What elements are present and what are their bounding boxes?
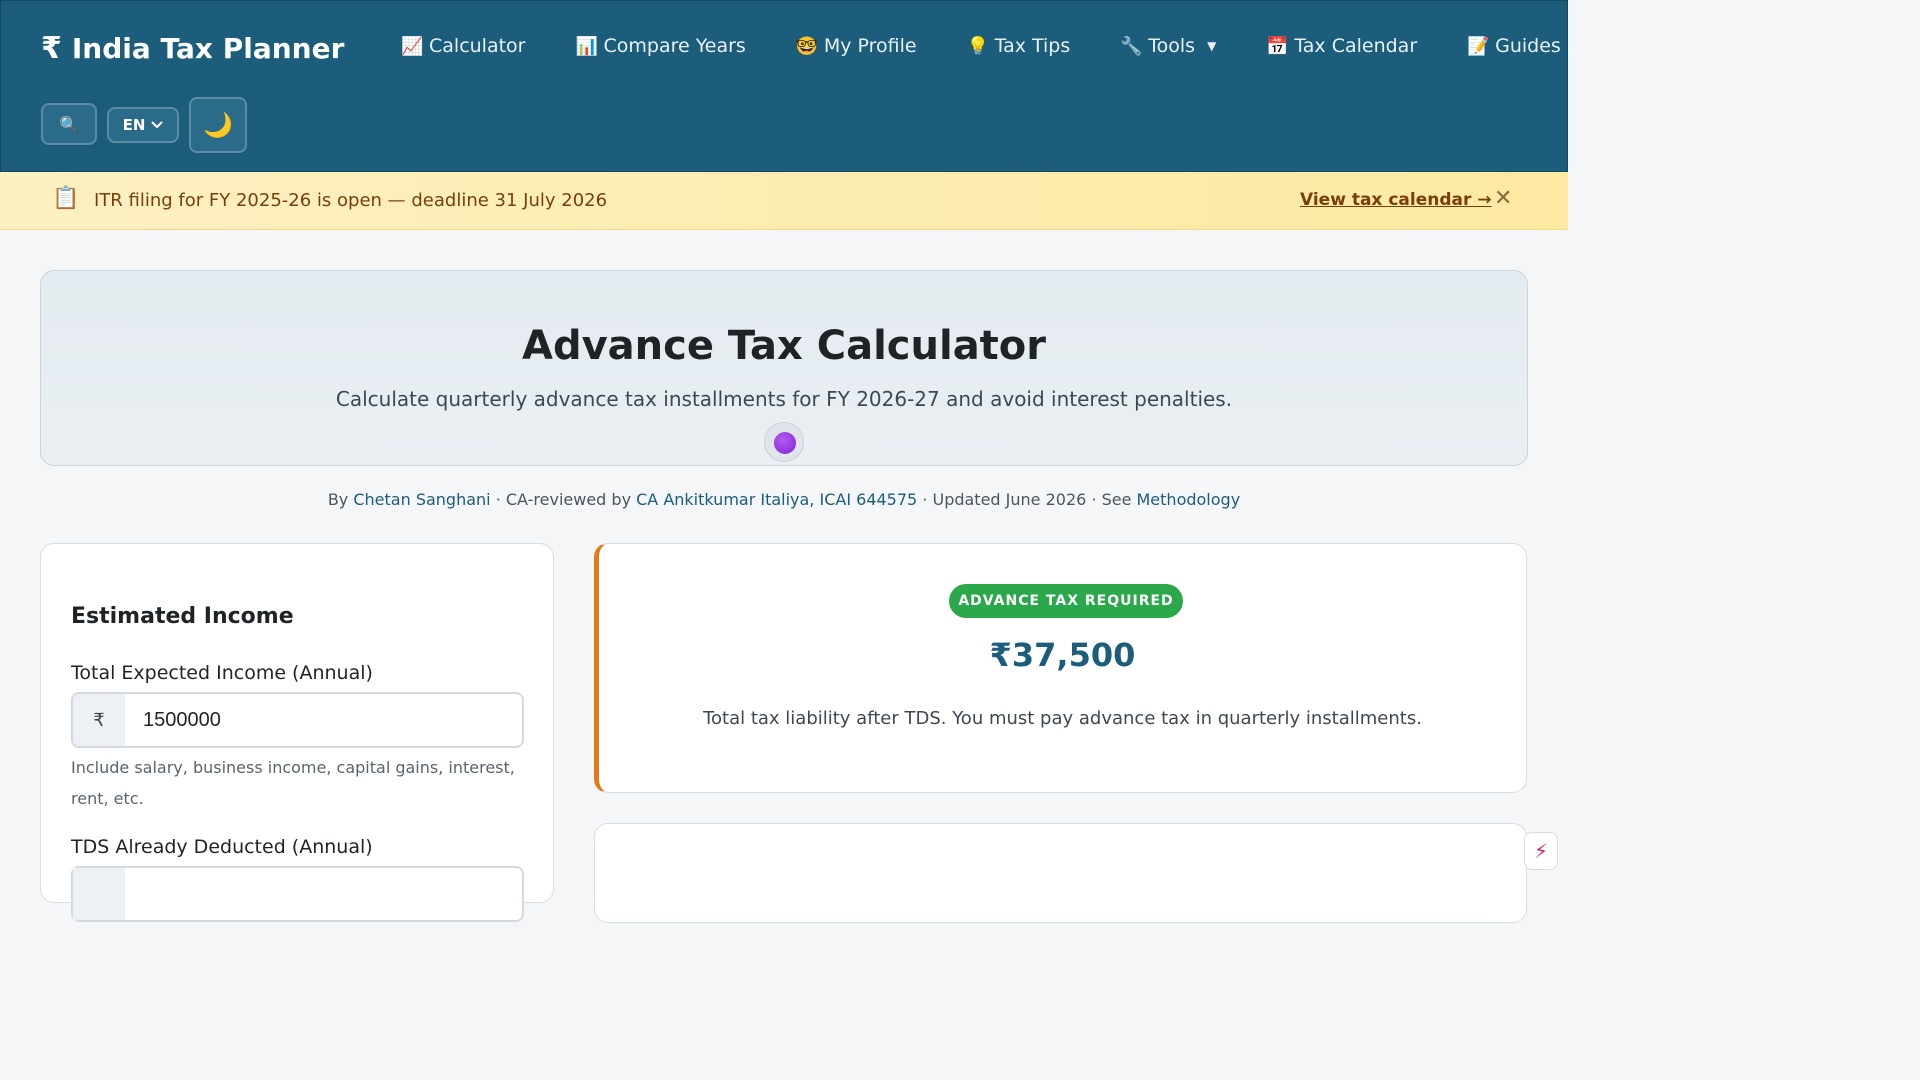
byline: By Chetan Sanghani · CA-reviewed by CA A… xyxy=(0,490,1568,509)
tds-label: TDS Already Deducted (Annual) xyxy=(71,836,373,858)
nav-tools-dropdown[interactable]: 🔧 Tools ▼ xyxy=(1120,35,1216,57)
clipboard-icon: 📋 xyxy=(52,186,80,211)
moon-icon: 🌙 xyxy=(203,111,233,139)
nav-label: Tax Calendar xyxy=(1294,35,1418,57)
rupee-prefix: ₹ xyxy=(73,694,125,746)
nav-label: Tools xyxy=(1148,35,1196,57)
income-input[interactable] xyxy=(125,694,522,746)
view-tax-calendar-link[interactable]: View tax calendar → xyxy=(1300,190,1492,210)
site-header: ₹ India Tax Planner 📈 Calculator 📊 Compa… xyxy=(0,0,1568,172)
floating-widget-button[interactable]: ⚡ xyxy=(1524,832,1558,870)
nav-label: Tax Tips xyxy=(994,35,1071,57)
income-card: Estimated Income Total Expected Income (… xyxy=(40,543,554,922)
page-subtitle: Calculate quarterly advance tax installm… xyxy=(335,387,1233,411)
nav-tax-tips[interactable]: 💡 Tax Tips xyxy=(967,35,1071,57)
language-value: EN xyxy=(122,116,146,134)
reviewer-link[interactable]: CA Ankitkumar Italiya, ICAI 644575 xyxy=(636,490,917,509)
nav-my-profile[interactable]: 🤓 My Profile xyxy=(796,35,917,57)
theme-toggle-button[interactable]: 🌙 xyxy=(189,97,247,153)
income-input-group: ₹ xyxy=(71,692,524,748)
result-card: ADVANCE TAX REQUIRED ₹37,500 Total tax l… xyxy=(594,543,1527,793)
search-icon: 🔍 xyxy=(59,114,79,134)
chart-up-icon: 📈 xyxy=(401,35,424,57)
lightning-icon: ⚡ xyxy=(1533,839,1549,863)
byline-by: By xyxy=(327,490,354,509)
wrench-icon: 🔧 xyxy=(1120,35,1143,57)
profile-face-icon: 🤓 xyxy=(795,35,819,57)
main-nav: 📈 Calculator 📊 Compare Years 🤓 My Profil… xyxy=(401,35,1561,57)
nav-compare-years[interactable]: 📊 Compare Years xyxy=(575,35,745,57)
page-title: Advance Tax Calculator xyxy=(521,323,1047,369)
status-badge: ADVANCE TAX REQUIRED xyxy=(949,584,1183,618)
tax-amount: ₹37,500 xyxy=(989,636,1136,674)
author-link[interactable]: Chetan Sanghani xyxy=(353,490,490,509)
lightbulb-icon: 💡 xyxy=(966,35,990,57)
income-hint: Include salary, business income, capital… xyxy=(71,758,515,808)
methodology-link[interactable]: Methodology xyxy=(1137,490,1241,509)
nav-tax-calendar[interactable]: 📅 Tax Calendar xyxy=(1266,35,1417,57)
nav-label: Compare Years xyxy=(603,35,746,57)
income-label: Total Expected Income (Annual) xyxy=(71,662,373,684)
announcement-banner: 📋 ITR filing for FY 2025-26 is open — de… xyxy=(0,172,1568,230)
nav-label: Guides xyxy=(1495,35,1561,57)
brand-name: India Tax Planner xyxy=(71,32,345,65)
search-button[interactable]: 🔍 xyxy=(41,103,97,145)
status-dot-icon xyxy=(764,422,804,462)
income-card-heading: Estimated Income xyxy=(71,604,294,629)
close-icon[interactable]: ✕ xyxy=(1494,186,1512,211)
nav-label: Calculator xyxy=(429,35,526,57)
byline-reviewed: · CA-reviewed by xyxy=(490,490,637,509)
banner-message: ITR filing for FY 2025-26 is open — dead… xyxy=(94,190,608,211)
byline-updated: · Updated June 2026 · See xyxy=(917,490,1137,509)
chevron-down-icon xyxy=(151,121,164,129)
brand-logo[interactable]: ₹ India Tax Planner xyxy=(41,31,344,66)
language-select[interactable]: EN xyxy=(107,107,179,143)
result-description: Total tax liability after TDS. You must … xyxy=(703,708,1422,729)
nav-guides[interactable]: 📝 Guides xyxy=(1467,35,1561,57)
caret-down-icon: ▼ xyxy=(1207,39,1217,53)
tds-input[interactable] xyxy=(71,866,524,922)
bar-chart-icon: 📊 xyxy=(575,35,598,57)
rupee-icon: ₹ xyxy=(41,31,62,66)
calendar-icon: 📅 xyxy=(1266,35,1289,57)
installments-card xyxy=(594,823,1527,923)
nav-calculator[interactable]: 📈 Calculator xyxy=(401,35,525,57)
memo-icon: 📝 xyxy=(1467,35,1490,57)
nav-label: My Profile xyxy=(823,35,917,57)
